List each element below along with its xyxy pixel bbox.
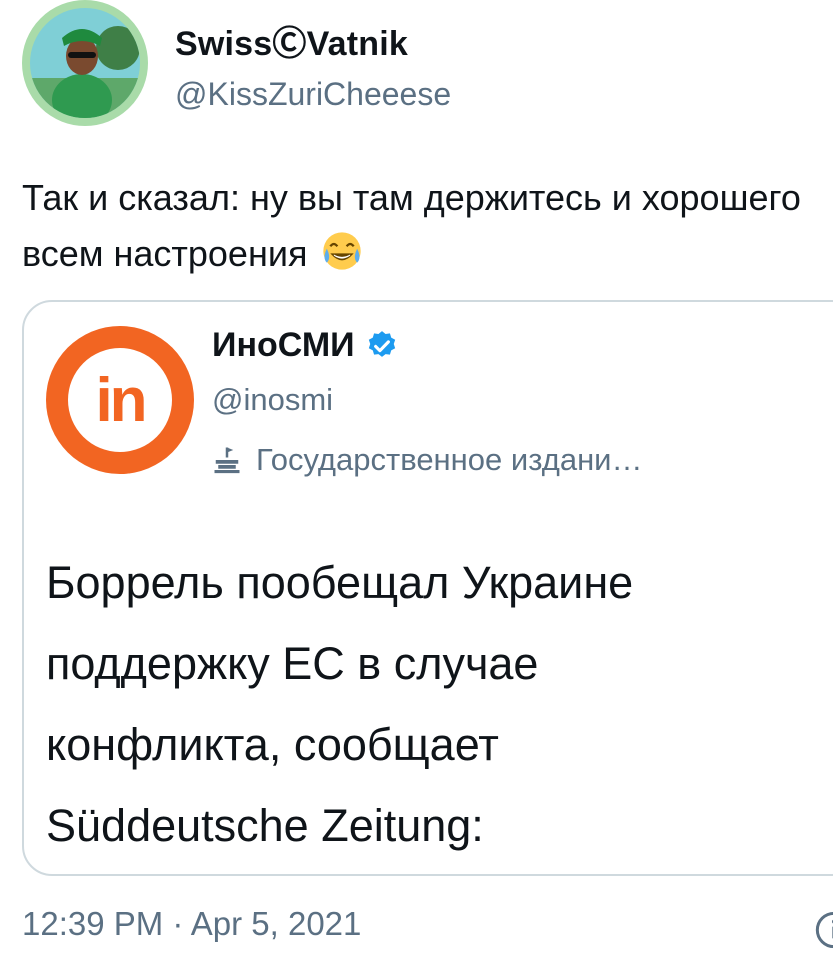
tweet: SwissⒸVatnik @KissZuriCheeese Так и сказ… <box>0 0 833 968</box>
tweet-text-content: Так и сказал: ну вы там держитесь и хоро… <box>22 177 801 274</box>
tweet-author[interactable]: SwissⒸVatnik @KissZuriCheeese <box>22 0 782 140</box>
quoted-display-name[interactable]: ИноСМИ <box>212 326 399 365</box>
quoted-text-line: Süddeutsche Zeitung: <box>46 800 484 851</box>
author-handle[interactable]: @KissZuriCheeese <box>175 76 451 113</box>
avatar[interactable] <box>22 0 148 126</box>
quoted-tweet-card[interactable]: in ИноСМИ @inosmi Государственное издани… <box>22 300 833 876</box>
state-media-label[interactable]: Государственное издани… <box>212 442 643 478</box>
author-display-name[interactable]: SwissⒸVatnik <box>175 16 408 65</box>
tweet-timestamp[interactable]: 12:39 PM · Apr 5, 2021 <box>22 905 361 943</box>
quoted-text-line: Боррель пообещал Украине <box>46 557 634 608</box>
quoted-text-line: поддержку ЕС в случае <box>46 638 539 689</box>
quoted-handle[interactable]: @inosmi <box>212 382 333 418</box>
info-icon[interactable] <box>814 910 833 950</box>
quoted-display-name-text: ИноСМИ <box>212 326 355 364</box>
state-media-icon <box>214 447 240 474</box>
state-media-label-text: Государственное издани… <box>256 442 643 477</box>
tweet-text: Так и сказал: ну вы там держитесь и хоро… <box>22 170 812 282</box>
quoted-text-line: конфликта, сообщает <box>46 719 499 770</box>
inosmi-logo-icon: in <box>95 365 147 435</box>
avatar-photo <box>30 8 140 118</box>
face-with-tears-of-joy-icon <box>323 232 362 270</box>
quoted-avatar-inner: in <box>68 348 172 452</box>
verified-badge-icon <box>368 330 395 357</box>
quoted-avatar[interactable]: in <box>46 326 194 474</box>
quoted-tweet-text: Боррель пообещал Украине поддержку ЕС в … <box>46 542 833 866</box>
